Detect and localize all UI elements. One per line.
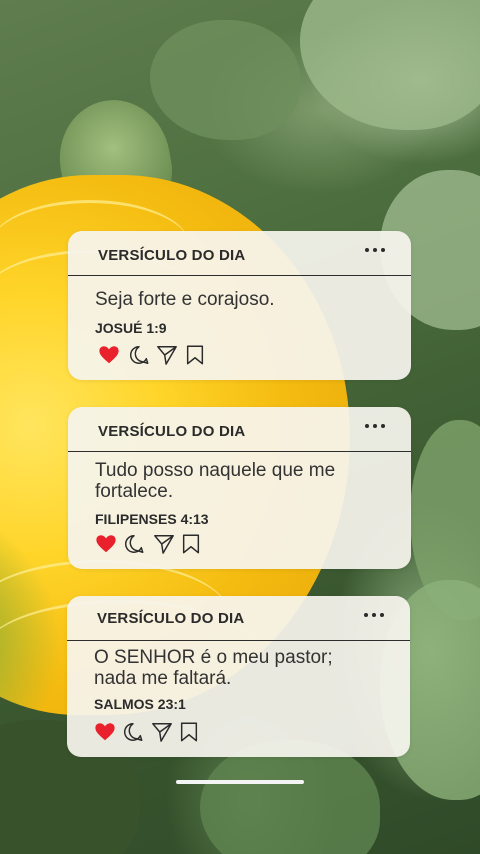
comment-icon[interactable] [123, 533, 145, 555]
more-options-icon[interactable] [365, 244, 387, 256]
verse-reference: FILIPENSES 4:13 [95, 511, 209, 527]
card-title: VERSÍCULO DO DIA [98, 247, 246, 264]
bookmark-icon[interactable] [178, 721, 200, 743]
send-icon[interactable] [153, 533, 175, 555]
verse-card: VERSÍCULO DO DIA Seja forte e corajoso. … [68, 231, 411, 380]
comment-icon[interactable] [122, 721, 144, 743]
comment-icon[interactable] [128, 344, 150, 366]
verse-card: VERSÍCULO DO DIA Tudo posso naquele que … [68, 407, 411, 569]
send-icon[interactable] [151, 721, 173, 743]
heart-icon[interactable] [98, 344, 120, 366]
verse-reference: SALMOS 23:1 [94, 696, 186, 712]
card-header: VERSÍCULO DO DIA [68, 407, 411, 452]
card-header: VERSÍCULO DO DIA [67, 596, 410, 641]
card-title: VERSÍCULO DO DIA [98, 423, 246, 440]
verse-text: O SENHOR é o meu pastor; nada me faltará… [94, 647, 333, 689]
verse-reference: JOSUÉ 1:9 [95, 320, 167, 336]
card-title: VERSÍCULO DO DIA [97, 610, 245, 627]
send-icon[interactable] [156, 344, 178, 366]
heart-icon[interactable] [95, 533, 117, 555]
heart-icon[interactable] [94, 721, 116, 743]
home-indicator[interactable] [176, 780, 304, 784]
more-options-icon[interactable] [365, 420, 387, 432]
more-options-icon[interactable] [364, 609, 386, 621]
bookmark-icon[interactable] [180, 533, 202, 555]
verse-text: Tudo posso naquele que me fortalece. [95, 460, 336, 502]
card-header: VERSÍCULO DO DIA [68, 231, 411, 276]
bookmark-icon[interactable] [184, 344, 206, 366]
verse-card: VERSÍCULO DO DIA O SENHOR é o meu pastor… [67, 596, 410, 757]
verse-text: Seja forte e corajoso. [95, 289, 275, 310]
